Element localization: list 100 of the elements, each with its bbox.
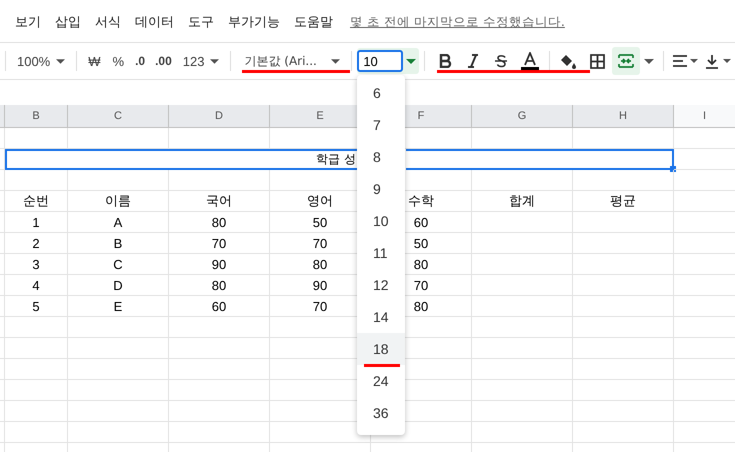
table-cell[interactable] [472, 128, 573, 149]
table-cell[interactable] [573, 254, 674, 275]
table-cell[interactable] [68, 338, 169, 359]
merged-title-cell[interactable]: 학급 성 [5, 149, 358, 170]
table-cell[interactable] [472, 296, 573, 317]
menu-item[interactable]: 도움말 [287, 13, 340, 31]
menu-option[interactable]: 36 [357, 397, 405, 429]
decrease-decimals-button[interactable]: .0 [130, 51, 150, 71]
column-header[interactable]: C [68, 105, 169, 128]
number-format-dropdown[interactable]: 123 [176, 50, 226, 72]
table-cell[interactable] [68, 317, 169, 338]
table-cell[interactable] [472, 275, 573, 296]
table-cell[interactable] [573, 317, 674, 338]
table-cell[interactable] [573, 296, 674, 317]
table-cell[interactable] [5, 422, 68, 443]
percent-button[interactable]: % [106, 50, 130, 72]
table-cell[interactable] [0, 359, 5, 380]
table-cell[interactable]: 국어 [169, 191, 270, 212]
table-cell[interactable] [68, 128, 169, 149]
table-cell[interactable] [0, 275, 5, 296]
table-cell[interactable] [472, 359, 573, 380]
table-cell[interactable]: 2 [5, 233, 68, 254]
table-cell[interactable]: 80 [169, 275, 270, 296]
menu-item[interactable]: 도구 [181, 13, 221, 31]
currency-button[interactable]: ₩ [82, 50, 106, 72]
merge-cells-button[interactable] [612, 47, 640, 75]
table-cell[interactable] [0, 170, 5, 191]
table-cell[interactable] [573, 359, 674, 380]
column-header[interactable]: G [472, 105, 573, 128]
menu-option[interactable]: 24 [357, 365, 405, 397]
table-cell[interactable] [472, 380, 573, 401]
table-cell[interactable] [5, 338, 68, 359]
table-cell[interactable] [472, 254, 573, 275]
table-cell[interactable]: E [68, 296, 169, 317]
table-cell[interactable]: 3 [5, 254, 68, 275]
last-edit-link[interactable]: 몇 초 전에 마지막으로 수정했습니다. [350, 14, 565, 30]
column-header[interactable]: I [674, 105, 735, 128]
table-cell[interactable] [5, 359, 68, 380]
table-cell[interactable]: B [68, 233, 169, 254]
zoom-dropdown[interactable]: 100% [10, 50, 72, 72]
table-cell[interactable] [472, 338, 573, 359]
menu-item[interactable]: 부가기능 [221, 13, 287, 31]
column-header[interactable] [0, 105, 5, 128]
table-cell[interactable] [573, 275, 674, 296]
table-cell[interactable] [472, 212, 573, 233]
table-cell[interactable] [5, 128, 68, 149]
table-cell[interactable]: D [68, 275, 169, 296]
table-cell[interactable] [68, 170, 169, 191]
table-cell[interactable] [5, 317, 68, 338]
table-cell[interactable] [169, 170, 270, 191]
table-cell[interactable]: 4 [5, 275, 68, 296]
table-cell[interactable] [68, 401, 169, 422]
table-cell[interactable] [573, 233, 674, 254]
menu-option[interactable]: 18 [357, 333, 405, 365]
table-cell[interactable]: 5 [5, 296, 68, 317]
table-cell[interactable] [0, 338, 5, 359]
table-cell[interactable] [0, 401, 5, 422]
table-cell[interactable]: 이름 [68, 191, 169, 212]
table-cell[interactable] [169, 338, 270, 359]
column-header[interactable]: B [5, 105, 68, 128]
table-cell[interactable]: C [68, 254, 169, 275]
table-cell[interactable] [0, 296, 5, 317]
table-cell[interactable] [0, 380, 5, 401]
table-cell[interactable]: 80 [169, 212, 270, 233]
table-cell[interactable] [169, 401, 270, 422]
table-cell[interactable] [5, 170, 68, 191]
table-cell[interactable] [169, 422, 270, 443]
increase-decimals-button[interactable]: .00 [150, 51, 177, 71]
table-cell[interactable] [472, 170, 573, 191]
table-cell[interactable] [472, 401, 573, 422]
table-cell[interactable] [472, 422, 573, 443]
table-cell[interactable] [5, 401, 68, 422]
table-cell[interactable] [169, 380, 270, 401]
table-cell[interactable] [5, 380, 68, 401]
menu-item[interactable]: 서식 [88, 13, 128, 31]
table-cell[interactable] [573, 380, 674, 401]
table-cell[interactable] [573, 401, 674, 422]
table-cell[interactable] [68, 359, 169, 380]
table-cell[interactable] [169, 317, 270, 338]
column-header[interactable]: H [573, 105, 674, 128]
table-cell[interactable] [573, 170, 674, 191]
table-cell[interactable] [0, 128, 5, 149]
menu-item[interactable]: 삽입 [48, 13, 88, 31]
table-cell[interactable]: 70 [169, 233, 270, 254]
table-cell[interactable]: 순번 [5, 191, 68, 212]
table-cell[interactable] [0, 149, 5, 170]
font-size-field[interactable]: 10 [357, 50, 404, 72]
table-cell[interactable]: 1 [5, 212, 68, 233]
menu-option[interactable]: 8 [357, 141, 405, 173]
table-cell[interactable]: 60 [169, 296, 270, 317]
menu-item[interactable]: 보기 [8, 13, 48, 31]
table-cell[interactable] [0, 254, 5, 275]
table-cell[interactable] [0, 317, 5, 338]
table-cell[interactable]: 합계 [472, 191, 573, 212]
table-cell[interactable] [472, 317, 573, 338]
table-cell[interactable] [472, 233, 573, 254]
table-cell[interactable] [68, 422, 169, 443]
table-cell[interactable] [0, 422, 5, 443]
table-cell[interactable] [0, 233, 5, 254]
table-cell[interactable] [68, 380, 169, 401]
